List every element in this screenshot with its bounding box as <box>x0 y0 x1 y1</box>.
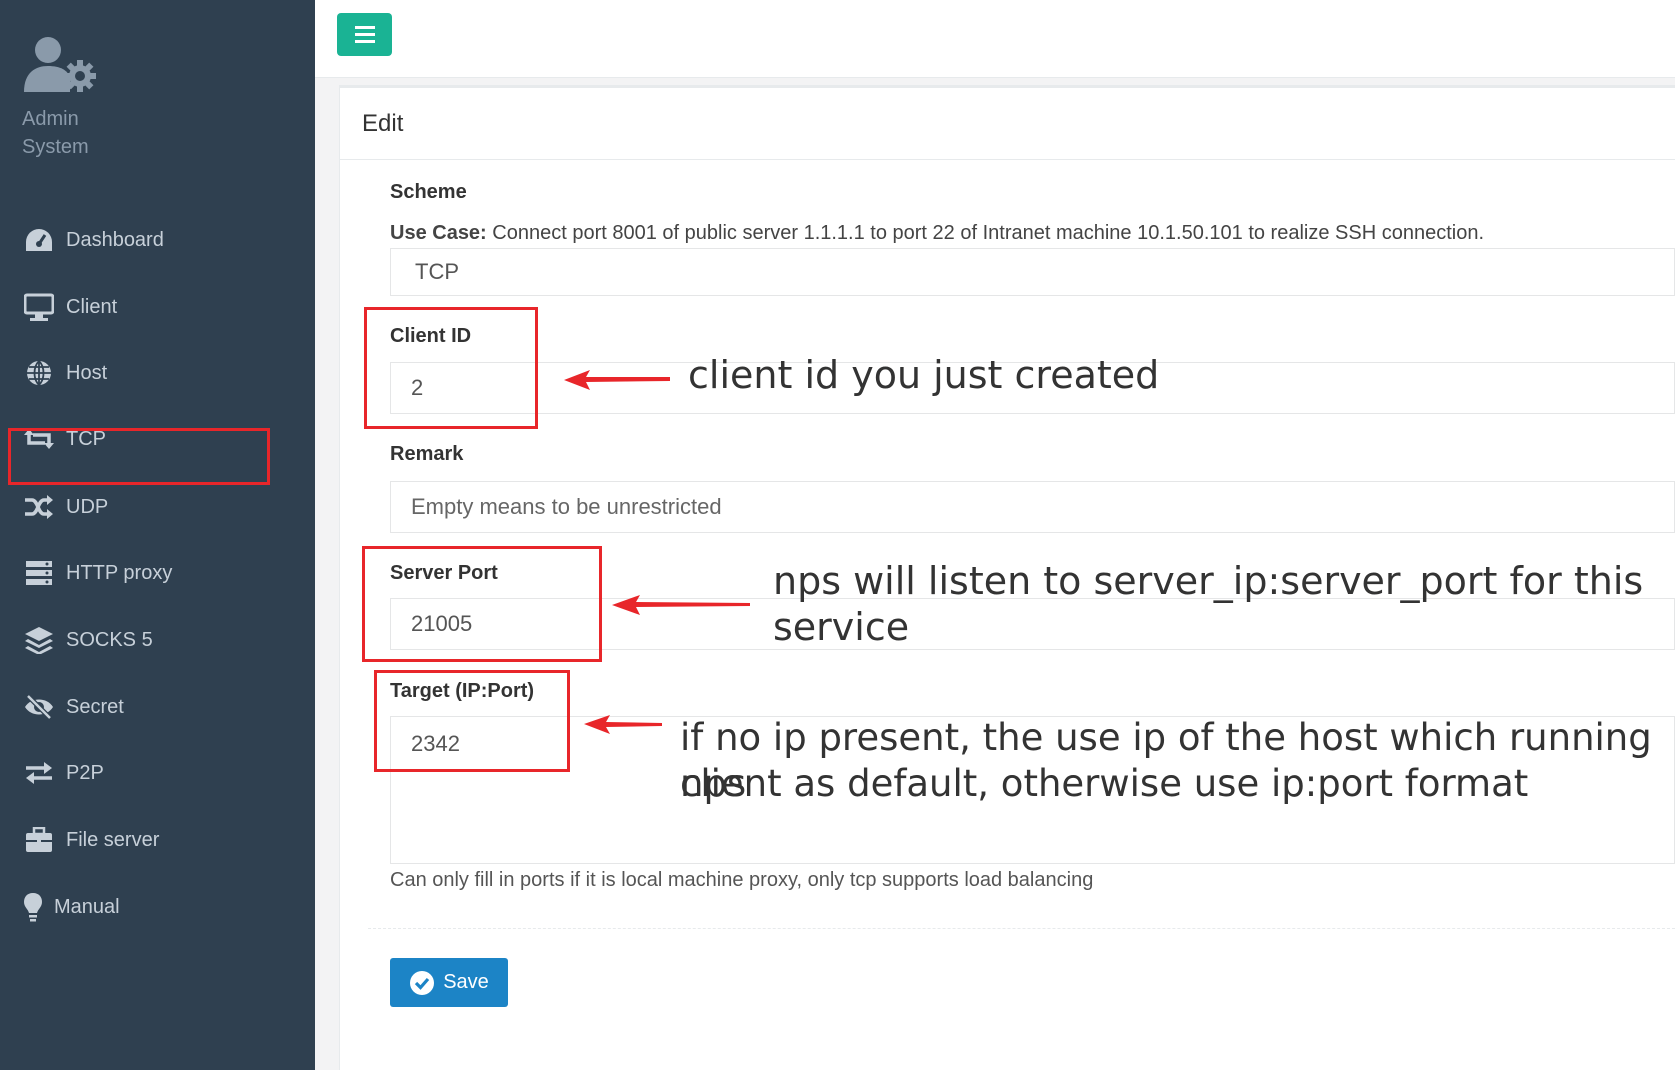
annotation-server-port-line1: nps will listen to server_ip:server_port… <box>773 559 1644 603</box>
sidebar-item-label: HTTP proxy <box>66 561 173 584</box>
target-arrow-icon <box>584 715 662 734</box>
annotation-server-port-line2: service <box>773 605 910 649</box>
monitor-icon <box>22 292 56 322</box>
sidebar-item-secret[interactable]: Secret <box>0 682 315 732</box>
admin-user-icon <box>22 34 98 94</box>
sidebar-item-label: Dashboard <box>66 228 164 251</box>
profile-line1: Admin <box>22 108 79 130</box>
shuffle-icon <box>22 492 56 522</box>
use-case-label: Use Case: <box>390 222 487 244</box>
remark-label: Remark <box>390 443 464 465</box>
remark-input[interactable]: Empty means to be unrestricted <box>390 481 1675 533</box>
dashboard-icon <box>22 225 56 255</box>
target-help-text: Can only fill in ports if it is local ma… <box>390 869 1094 891</box>
save-button[interactable]: Save <box>390 958 508 1007</box>
eye-slash-icon <box>22 692 56 722</box>
server-port-highlight-box <box>362 546 602 662</box>
sidebar-item-label: File server <box>66 828 160 851</box>
client-id-arrow-icon <box>564 370 670 390</box>
sidebar-item-label: SOCKS 5 <box>66 628 153 651</box>
profile[interactable]: Admin System <box>22 34 98 162</box>
scheme-label: Scheme <box>390 181 467 203</box>
globe-icon <box>22 358 56 388</box>
sidebar-item-label: UDP <box>66 495 109 518</box>
use-case-text: Use Case: Connect port 8001 of public se… <box>390 222 1484 245</box>
sidebar-item-label: Host <box>66 361 108 384</box>
sidebar: Admin System Dashboard Client Host TCP U… <box>0 0 315 1070</box>
sidebar-item-label: P2P <box>66 761 104 784</box>
tcp-highlight-box <box>8 428 270 485</box>
sidebar-item-label: Secret <box>66 695 124 718</box>
server-port-arrow-icon <box>612 595 750 615</box>
sidebar-item-http-proxy[interactable]: HTTP proxy <box>0 548 315 598</box>
sidebar-item-dashboard[interactable]: Dashboard <box>0 215 315 265</box>
use-case-description: Connect port 8001 of public server 1.1.1… <box>486 222 1485 244</box>
sidebar-item-p2p[interactable]: P2P <box>0 748 315 798</box>
client-id-highlight-box <box>364 307 538 429</box>
lightbulb-icon <box>22 892 44 922</box>
annotation-client-id: client id you just created <box>688 353 1160 397</box>
server-icon <box>22 558 56 588</box>
sidebar-item-socks5[interactable]: SOCKS 5 <box>0 615 315 665</box>
panel-title: Edit <box>340 88 1675 160</box>
sidebar-item-file-server[interactable]: File server <box>0 815 315 865</box>
target-highlight-box <box>374 670 570 772</box>
topbar <box>315 0 1675 78</box>
check-circle-icon <box>410 970 435 995</box>
scheme-select[interactable]: TCP <box>390 248 1675 296</box>
form-divider <box>368 928 1675 929</box>
profile-line2: System <box>22 136 89 158</box>
save-button-label: Save <box>443 971 489 993</box>
briefcase-icon <box>22 825 56 855</box>
layers-icon <box>22 625 56 655</box>
annotation-target-line2: client as default, otherwise use ip:port… <box>680 762 1529 805</box>
sidebar-item-label: Manual <box>54 895 120 918</box>
sidebar-item-client[interactable]: Client <box>0 282 315 332</box>
sidebar-item-host[interactable]: Host <box>0 348 315 398</box>
menu-toggle-button[interactable] <box>337 13 392 56</box>
sidebar-item-manual[interactable]: Manual <box>0 882 315 932</box>
sidebar-item-label: Client <box>66 295 118 318</box>
hamburger-icon <box>354 26 375 43</box>
exchange-icon <box>22 758 56 788</box>
sidebar-item-udp[interactable]: UDP <box>0 482 315 532</box>
